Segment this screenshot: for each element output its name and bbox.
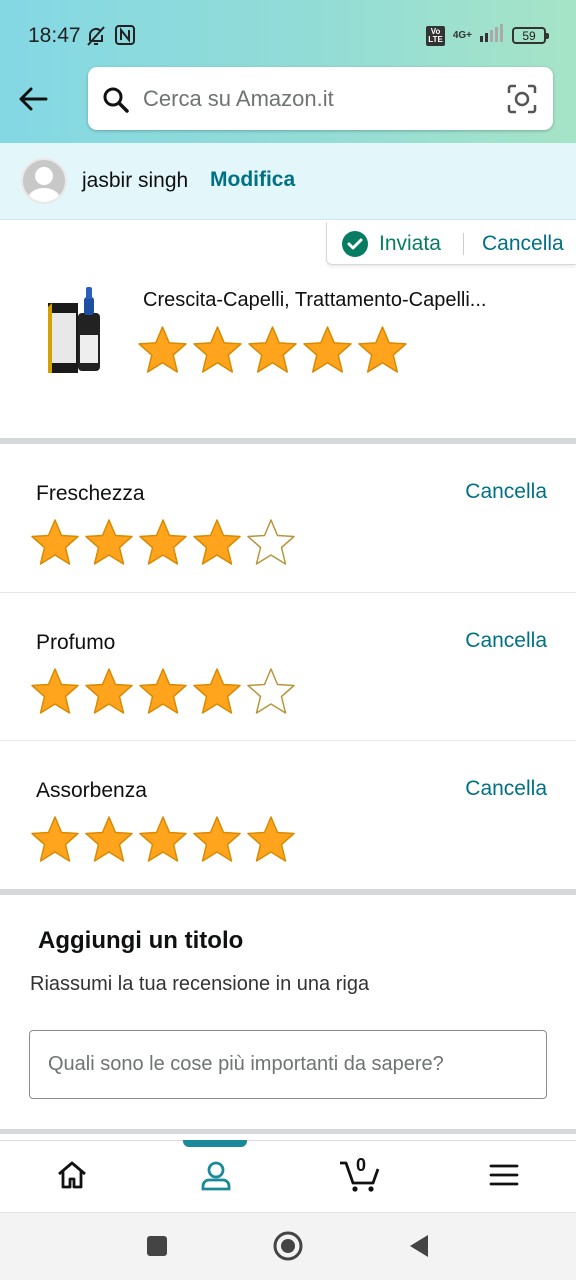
star-filled-icon[interactable] xyxy=(357,325,408,376)
back-arrow-icon[interactable] xyxy=(16,82,50,116)
camera-search-icon[interactable] xyxy=(507,84,537,119)
attribute-row: Profumo Cancella xyxy=(0,593,576,741)
attribute-label: Freschezza xyxy=(36,482,145,505)
attribute-star-rating[interactable] xyxy=(30,815,296,865)
user-bar: jasbir singh Modifica xyxy=(0,143,576,220)
star-empty-icon[interactable] xyxy=(246,518,296,568)
attribute-star-rating[interactable] xyxy=(30,667,296,717)
star-filled-icon[interactable] xyxy=(84,815,134,865)
recents-button[interactable] xyxy=(146,1235,168,1262)
check-circle-icon xyxy=(341,230,369,263)
star-filled-icon[interactable] xyxy=(247,325,298,376)
submitted-label: Inviata xyxy=(379,232,441,255)
attribute-star-rating[interactable] xyxy=(30,518,296,568)
account-icon xyxy=(200,1159,232,1196)
status-bar: 18:47 Vo LTE 4G+ 59 xyxy=(0,0,576,68)
star-filled-icon[interactable] xyxy=(84,667,134,717)
product-image[interactable] xyxy=(44,283,106,375)
volte-icon: Vo LTE xyxy=(426,25,445,46)
star-empty-icon[interactable] xyxy=(246,667,296,717)
attribute-cancel-link[interactable]: Cancella xyxy=(465,629,547,653)
mute-notifications-icon xyxy=(84,24,108,53)
review-title-input[interactable] xyxy=(29,1030,547,1099)
title-heading: Aggiungi un titolo xyxy=(38,927,244,954)
product-summary: Crescita-Capelli, Trattamento-Capelli... xyxy=(0,265,576,437)
star-filled-icon[interactable] xyxy=(137,325,188,376)
user-name: jasbir singh xyxy=(82,169,189,192)
tab-cart[interactable] xyxy=(288,1141,432,1213)
status-right: Vo LTE 4G+ 59 xyxy=(426,24,549,47)
menu-icon xyxy=(489,1163,519,1192)
attribute-cancel-link[interactable]: Cancella xyxy=(465,777,547,801)
tab-account[interactable] xyxy=(144,1141,288,1213)
product-star-rating[interactable] xyxy=(137,325,408,376)
section-divider xyxy=(0,1129,576,1134)
star-filled-icon[interactable] xyxy=(30,815,80,865)
attribute-row: Assorbenza Cancella xyxy=(0,741,576,889)
tab-home[interactable] xyxy=(0,1141,144,1213)
star-filled-icon[interactable] xyxy=(192,325,243,376)
home-icon xyxy=(56,1160,88,1195)
title-section: Aggiungi un titolo Riassumi la tua recen… xyxy=(0,895,576,1129)
cart-count: 0 xyxy=(356,1155,367,1175)
bottom-tab-bar xyxy=(0,1140,576,1212)
submission-status: Inviata Cancella xyxy=(326,222,576,265)
separator xyxy=(463,233,464,255)
star-filled-icon[interactable] xyxy=(138,518,188,568)
star-filled-icon[interactable] xyxy=(192,815,242,865)
signal-icon xyxy=(480,24,504,47)
app-header: 18:47 Vo LTE 4G+ 59 xyxy=(0,0,576,143)
tab-menu[interactable] xyxy=(432,1141,576,1213)
title-hint: Riassumi la tua recensione in una riga xyxy=(30,973,370,995)
attribute-row: Freschezza Cancella xyxy=(0,444,576,592)
search-icon xyxy=(102,86,130,119)
attribute-label: Assorbenza xyxy=(36,779,147,802)
network-label: 4G+ xyxy=(452,30,472,41)
star-filled-icon[interactable] xyxy=(302,325,353,376)
active-tab-indicator xyxy=(183,1140,247,1147)
star-filled-icon[interactable] xyxy=(30,667,80,717)
star-filled-icon[interactable] xyxy=(84,518,134,568)
back-button[interactable] xyxy=(408,1234,430,1263)
home-button[interactable] xyxy=(273,1231,303,1266)
star-filled-icon[interactable] xyxy=(138,667,188,717)
battery-icon: 59 xyxy=(512,27,549,44)
system-nav-bar xyxy=(0,1212,576,1280)
star-filled-icon[interactable] xyxy=(192,667,242,717)
product-title: Crescita-Capelli, Trattamento-Capelli... xyxy=(143,289,487,311)
cancel-submission-link[interactable]: Cancella xyxy=(482,232,564,256)
star-filled-icon[interactable] xyxy=(246,815,296,865)
attribute-label: Profumo xyxy=(36,631,116,654)
avatar xyxy=(21,158,67,204)
status-time: 18:47 xyxy=(28,24,81,47)
star-filled-icon[interactable] xyxy=(192,518,242,568)
search-bar[interactable] xyxy=(88,67,553,130)
star-filled-icon[interactable] xyxy=(138,815,188,865)
edit-profile-link[interactable]: Modifica xyxy=(210,168,295,192)
star-filled-icon[interactable] xyxy=(30,518,80,568)
nfc-icon xyxy=(114,24,136,51)
search-input[interactable] xyxy=(143,79,493,119)
attribute-cancel-link[interactable]: Cancella xyxy=(465,480,547,504)
